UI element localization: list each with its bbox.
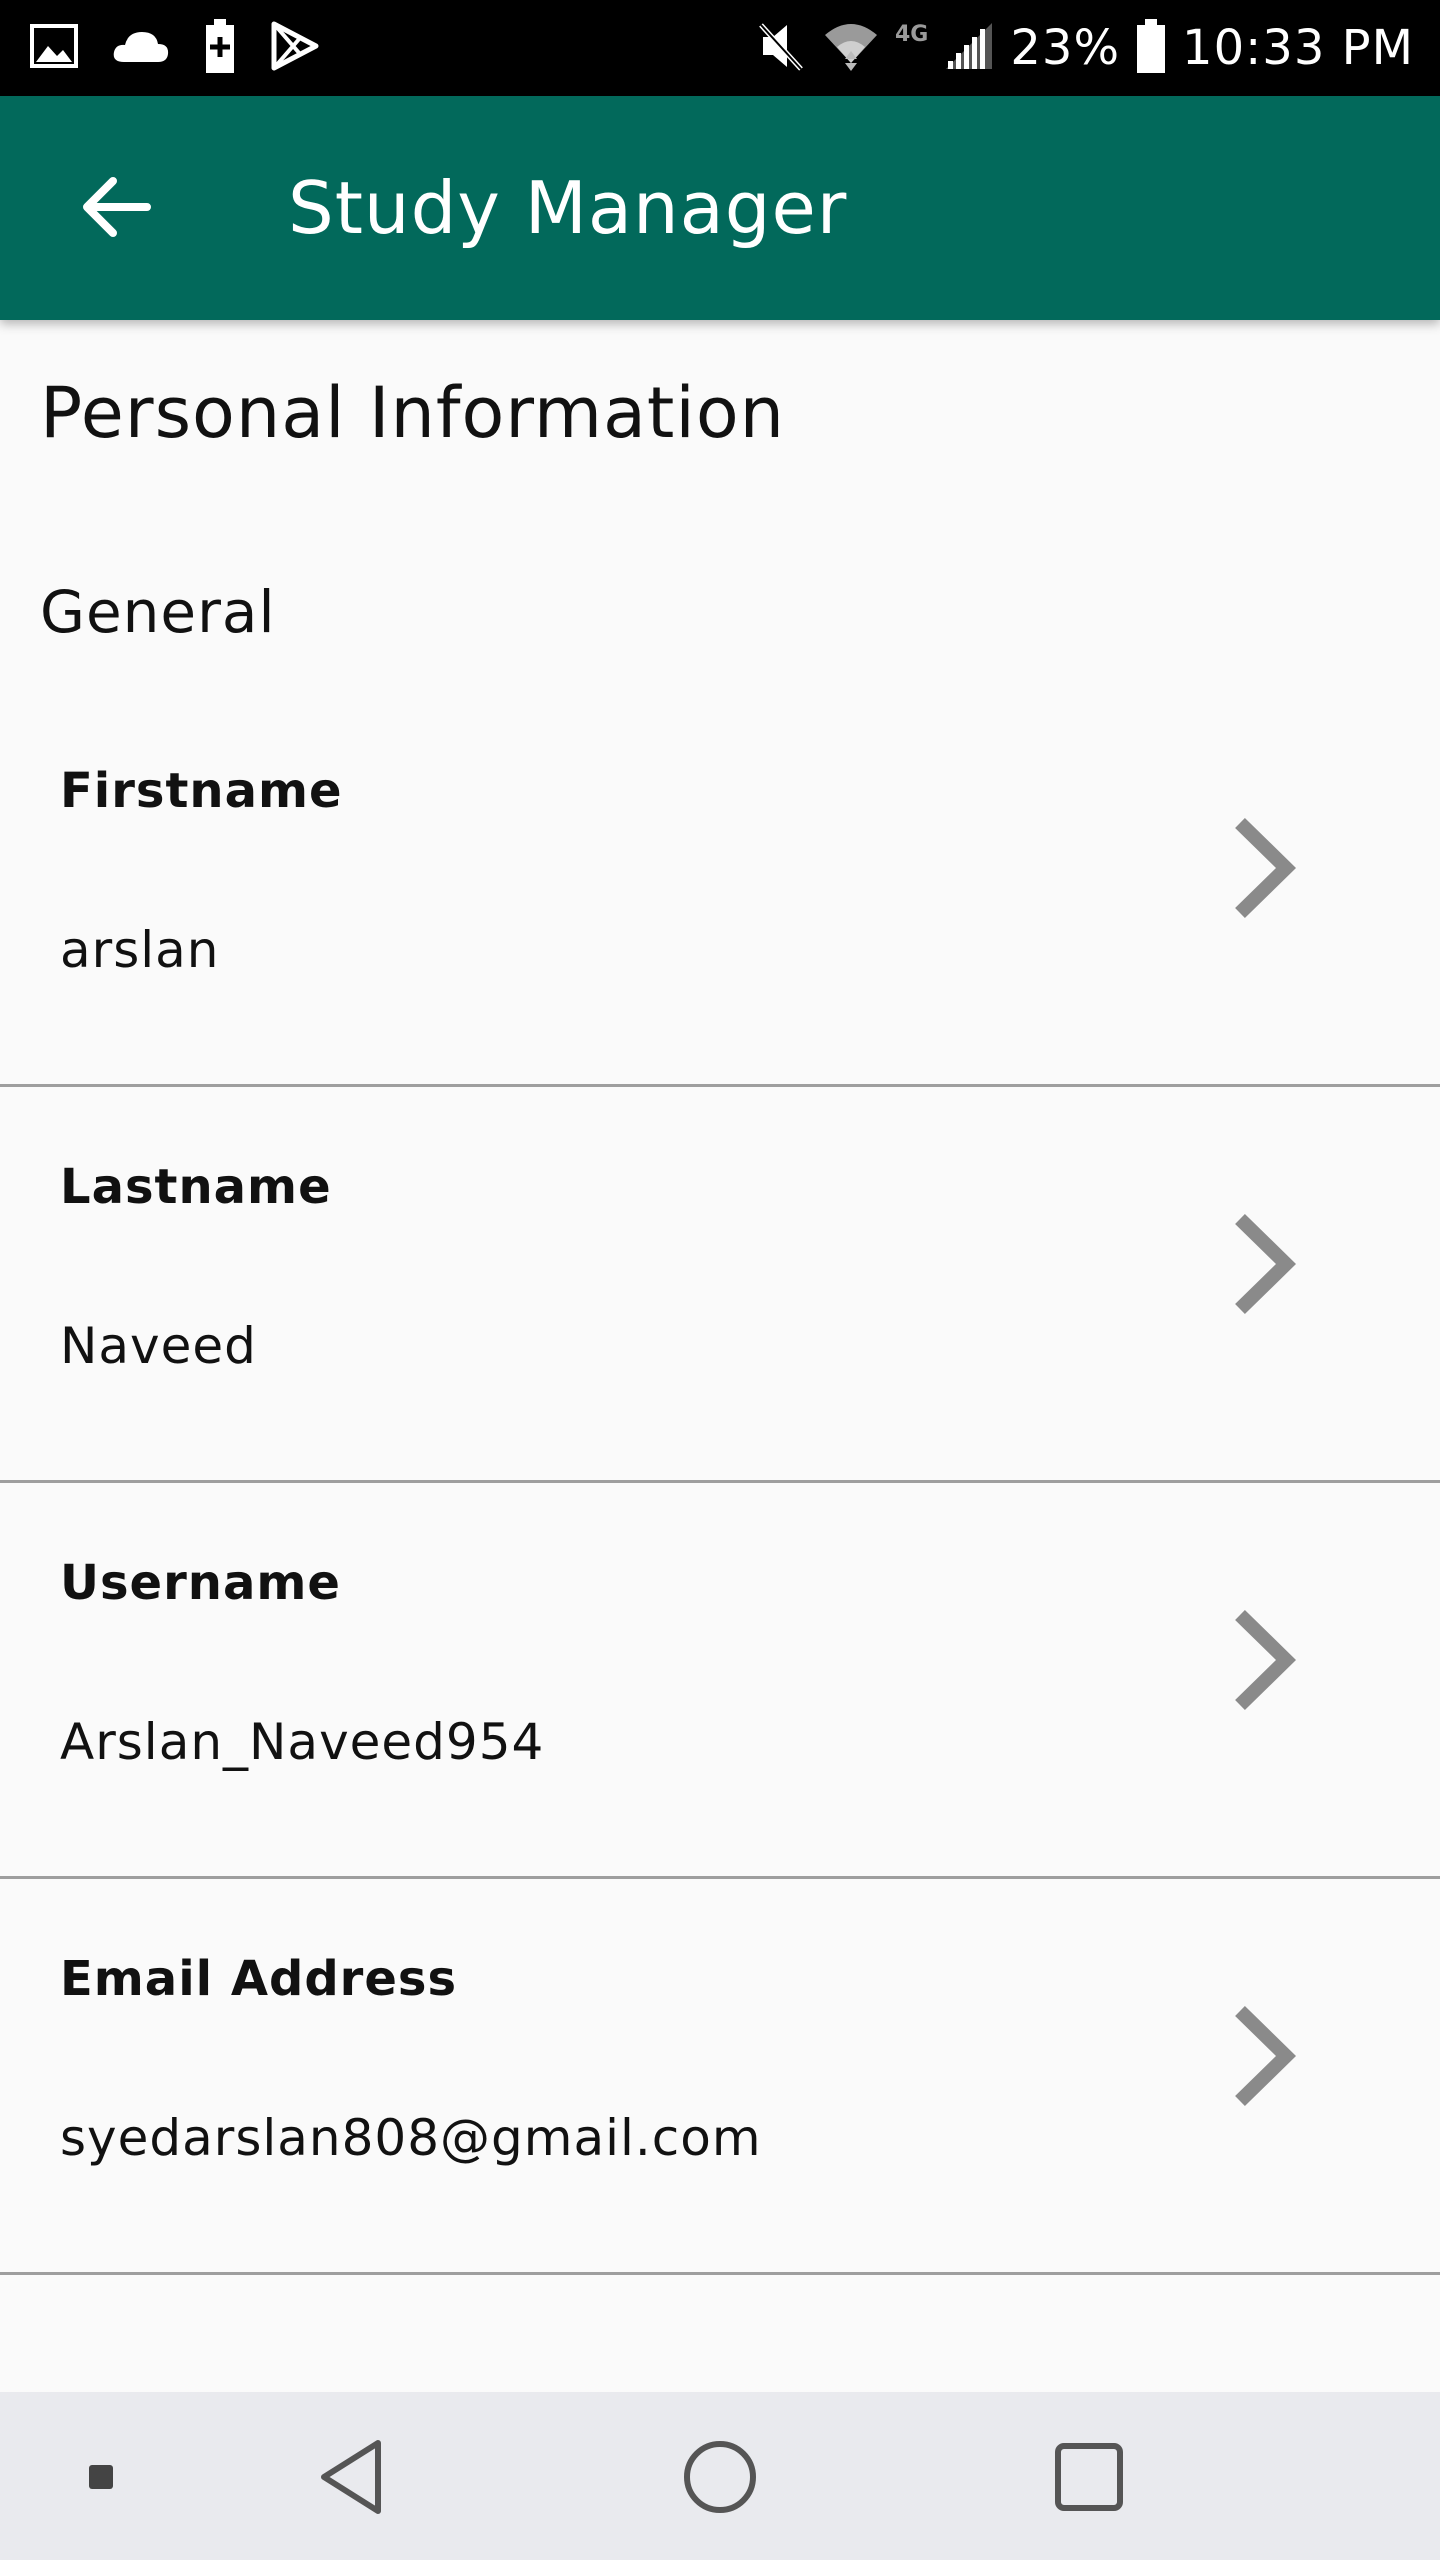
battery-icon — [1136, 19, 1166, 77]
email-value: syedarslan808@gmail.com — [60, 2109, 762, 2167]
image-icon — [30, 24, 78, 72]
nav-overview-button[interactable] — [1044, 2432, 1134, 2522]
signal-icon — [944, 21, 994, 75]
chevron-right-icon — [1235, 1213, 1297, 1315]
email-row[interactable]: Email Address syedarslan808@gmail.com — [0, 1879, 1440, 2275]
system-nav-bar — [0, 2392, 1440, 2560]
cloud-icon — [112, 28, 170, 68]
firstname-row[interactable]: Firstname arslan — [0, 691, 1440, 1087]
chevron-right-icon — [1235, 2005, 1297, 2107]
arrow-back-icon — [83, 177, 151, 237]
lastname-value: Naveed — [60, 1317, 257, 1375]
app-title: Study Manager — [288, 166, 848, 250]
email-label: Email Address — [60, 1951, 458, 2007]
clock: 10:33 PM — [1182, 20, 1414, 76]
battery-saver-icon — [204, 19, 236, 77]
username-value: Arslan_Naveed954 — [60, 1713, 545, 1771]
recent-dot-icon — [89, 2465, 113, 2489]
app-bar: Study Manager — [0, 96, 1440, 320]
play-store-icon — [270, 20, 320, 76]
network-type-icon: 4G — [894, 21, 929, 47]
status-bar: 4G 23% 10:33 PM — [0, 0, 1440, 96]
lastname-row[interactable]: Lastname Naveed — [0, 1087, 1440, 1483]
firstname-label: Firstname — [60, 763, 343, 819]
recent-dot-button[interactable] — [56, 2432, 146, 2522]
firstname-value: arslan — [60, 921, 220, 979]
battery-percent: 23% — [1010, 20, 1121, 76]
back-triangle-icon — [321, 2440, 381, 2514]
section-header-general: General — [40, 578, 276, 646]
chevron-right-icon — [1235, 817, 1297, 919]
username-row[interactable]: Username Arslan_Naveed954 — [0, 1483, 1440, 1879]
chevron-right-icon — [1235, 1609, 1297, 1711]
nav-back-button[interactable] — [306, 2432, 396, 2522]
nav-home-button[interactable] — [675, 2432, 765, 2522]
overview-square-icon — [1055, 2443, 1123, 2511]
wifi-icon — [823, 19, 879, 77]
page-title: Personal Information — [40, 372, 786, 454]
username-label: Username — [60, 1555, 341, 1611]
lastname-label: Lastname — [60, 1159, 332, 1215]
mute-icon — [757, 19, 807, 77]
back-button[interactable] — [60, 152, 170, 262]
home-circle-icon — [684, 2441, 756, 2513]
